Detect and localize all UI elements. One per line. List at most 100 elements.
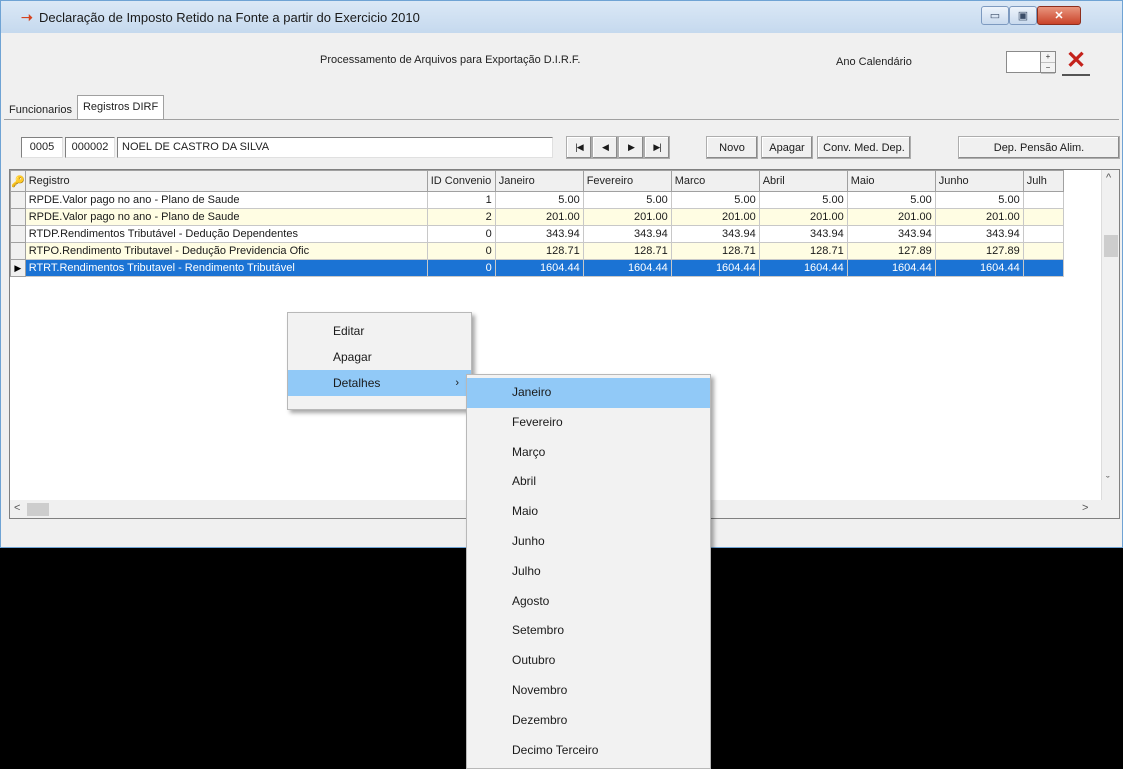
table-cell[interactable]: 5.00 — [582, 191, 672, 209]
col-header-registro[interactable]: Registro — [24, 170, 428, 192]
dep-pensao-alim-button[interactable]: Dep. Pensão Alim. — [958, 136, 1120, 159]
table-cell[interactable]: 343.94 — [582, 225, 672, 243]
row-indicator[interactable] — [10, 191, 26, 209]
table-cell[interactable]: 128.71 — [670, 242, 760, 260]
table-cell[interactable]: 5.00 — [934, 191, 1024, 209]
table-cell[interactable]: 201.00 — [846, 208, 936, 226]
table-cell[interactable] — [1022, 225, 1064, 243]
maximize-button[interactable]: ▣ — [1009, 6, 1037, 25]
table-cell[interactable]: 5.00 — [494, 191, 584, 209]
table-cell[interactable]: 343.94 — [758, 225, 848, 243]
table-cell[interactable]: 343.94 — [494, 225, 584, 243]
table-cell[interactable]: 201.00 — [758, 208, 848, 226]
table-cell[interactable]: 1604.44 — [934, 259, 1024, 277]
submenu-item-month[interactable]: Maio — [467, 497, 710, 527]
table-cell[interactable]: 1604.44 — [846, 259, 936, 277]
col-header-janeiro[interactable]: Janeiro — [494, 170, 584, 192]
table-cell[interactable] — [1022, 242, 1064, 260]
scroll-left-icon[interactable]: < — [14, 502, 20, 514]
table-cell[interactable]: 1 — [426, 191, 496, 209]
table-row[interactable]: RTPO.Rendimento Tributavel - Dedução Pre… — [10, 242, 1064, 260]
table-cell[interactable]: 201.00 — [582, 208, 672, 226]
menu-item-apagar[interactable]: Apagar — [288, 344, 471, 370]
table-cell[interactable]: 127.89 — [846, 242, 936, 260]
submenu-item-month[interactable]: Dezembro — [467, 706, 710, 736]
table-cell[interactable]: RTPO.Rendimento Tributavel - Dedução Pre… — [24, 242, 428, 260]
row-indicator[interactable] — [10, 208, 26, 226]
table-cell[interactable]: 128.71 — [582, 242, 672, 260]
table-cell[interactable]: 0 — [426, 225, 496, 243]
table-cell[interactable]: 201.00 — [934, 208, 1024, 226]
submenu-item-month[interactable]: Decimo Terceiro — [467, 736, 710, 766]
table-row[interactable]: RTDP.Rendimentos Tributável - Dedução De… — [10, 225, 1064, 243]
col-header-julho[interactable]: Julh — [1022, 170, 1064, 192]
vertical-scroll-thumb[interactable] — [1104, 235, 1118, 257]
table-cell[interactable]: 5.00 — [846, 191, 936, 209]
cancel-icon[interactable]: ✕ — [1062, 46, 1090, 76]
minimize-button[interactable]: ▭ — [981, 6, 1009, 25]
table-row[interactable]: ▶ RTRT.Rendimentos Tributavel - Rendiment… — [10, 259, 1064, 277]
submenu-item-month[interactable]: Setembro — [467, 616, 710, 646]
prev-record-button[interactable]: ◀ — [592, 136, 618, 159]
close-button[interactable]: ✕ — [1037, 6, 1081, 25]
apagar-button[interactable]: Apagar — [761, 136, 813, 159]
employee-name-field[interactable]: NOEL DE CASTRO DA SILVA — [117, 137, 553, 158]
row-indicator[interactable] — [10, 242, 26, 260]
submenu-item-month[interactable]: Junho — [467, 527, 710, 557]
horizontal-scroll-thumb[interactable] — [27, 503, 49, 516]
ano-spinner[interactable]: + − — [1040, 51, 1056, 74]
table-cell[interactable]: 1604.44 — [494, 259, 584, 277]
vertical-scrollbar[interactable]: ^ ˇ — [1101, 170, 1119, 518]
conv-med-dep-button[interactable]: Conv. Med. Dep. — [817, 136, 911, 159]
table-cell[interactable]: 201.00 — [494, 208, 584, 226]
table-row[interactable]: RPDE.Valor pago no ano - Plano de Saude 2… — [10, 208, 1064, 226]
ano-calendario-input[interactable] — [1006, 51, 1040, 73]
table-cell[interactable] — [1022, 191, 1064, 209]
company-code-field[interactable]: 0005 — [21, 137, 63, 158]
table-cell[interactable]: 2 — [426, 208, 496, 226]
last-record-button[interactable]: ▶| — [644, 136, 670, 159]
row-indicator[interactable] — [10, 225, 26, 243]
col-header-marco[interactable]: Marco — [670, 170, 760, 192]
next-record-button[interactable]: ▶ — [618, 136, 644, 159]
table-cell[interactable]: 201.00 — [670, 208, 760, 226]
col-header-fevereiro[interactable]: Fevereiro — [582, 170, 672, 192]
scroll-down-icon[interactable]: ˇ — [1106, 475, 1110, 487]
table-cell[interactable]: 343.94 — [846, 225, 936, 243]
table-cell[interactable]: 5.00 — [670, 191, 760, 209]
scroll-up-icon[interactable]: ^ — [1106, 172, 1111, 184]
table-cell[interactable]: 128.71 — [494, 242, 584, 260]
first-record-button[interactable]: |◀ — [566, 136, 592, 159]
table-cell[interactable]: 343.94 — [934, 225, 1024, 243]
submenu-item-month[interactable]: Julho — [467, 557, 710, 587]
table-cell[interactable]: RTDP.Rendimentos Tributável - Dedução De… — [24, 225, 428, 243]
novo-button[interactable]: Novo — [706, 136, 758, 159]
table-cell[interactable]: 1604.44 — [758, 259, 848, 277]
submenu-item-month[interactable]: Abril — [467, 467, 710, 497]
table-cell[interactable] — [1022, 208, 1064, 226]
table-cell[interactable]: 127.89 — [934, 242, 1024, 260]
table-cell[interactable]: 343.94 — [670, 225, 760, 243]
col-header-maio[interactable]: Maio — [846, 170, 936, 192]
table-cell[interactable]: RPDE.Valor pago no ano - Plano de Saude — [24, 191, 428, 209]
table-cell[interactable] — [1022, 259, 1064, 277]
table-cell[interactable]: RPDE.Valor pago no ano - Plano de Saude — [24, 208, 428, 226]
spin-up-icon[interactable]: + — [1041, 52, 1055, 63]
table-cell[interactable]: RTRT.Rendimentos Tributavel - Rendimento… — [24, 259, 428, 277]
col-header-abril[interactable]: Abril — [758, 170, 848, 192]
submenu-item-month[interactable]: Fevereiro — [467, 408, 710, 438]
table-cell[interactable]: 5.00 — [758, 191, 848, 209]
submenu-item-month[interactable]: Janeiro — [467, 378, 710, 408]
table-cell[interactable]: 0 — [426, 259, 496, 277]
submenu-item-month[interactable]: Março — [467, 438, 710, 468]
submenu-item-month[interactable]: Outubro — [467, 646, 710, 676]
table-cell[interactable]: 128.71 — [758, 242, 848, 260]
menu-item-detalhes[interactable]: Detalhes › — [288, 370, 471, 396]
menu-item-editar[interactable]: Editar — [288, 318, 471, 344]
table-cell[interactable]: 1604.44 — [670, 259, 760, 277]
spin-down-icon[interactable]: − — [1041, 63, 1055, 74]
title-bar[interactable]: ➝ Declaração de Imposto Retido na Fonte … — [1, 1, 1122, 33]
table-cell[interactable]: 1604.44 — [582, 259, 672, 277]
scroll-right-icon[interactable]: > — [1082, 502, 1088, 514]
row-indicator[interactable]: ▶ — [10, 259, 26, 277]
